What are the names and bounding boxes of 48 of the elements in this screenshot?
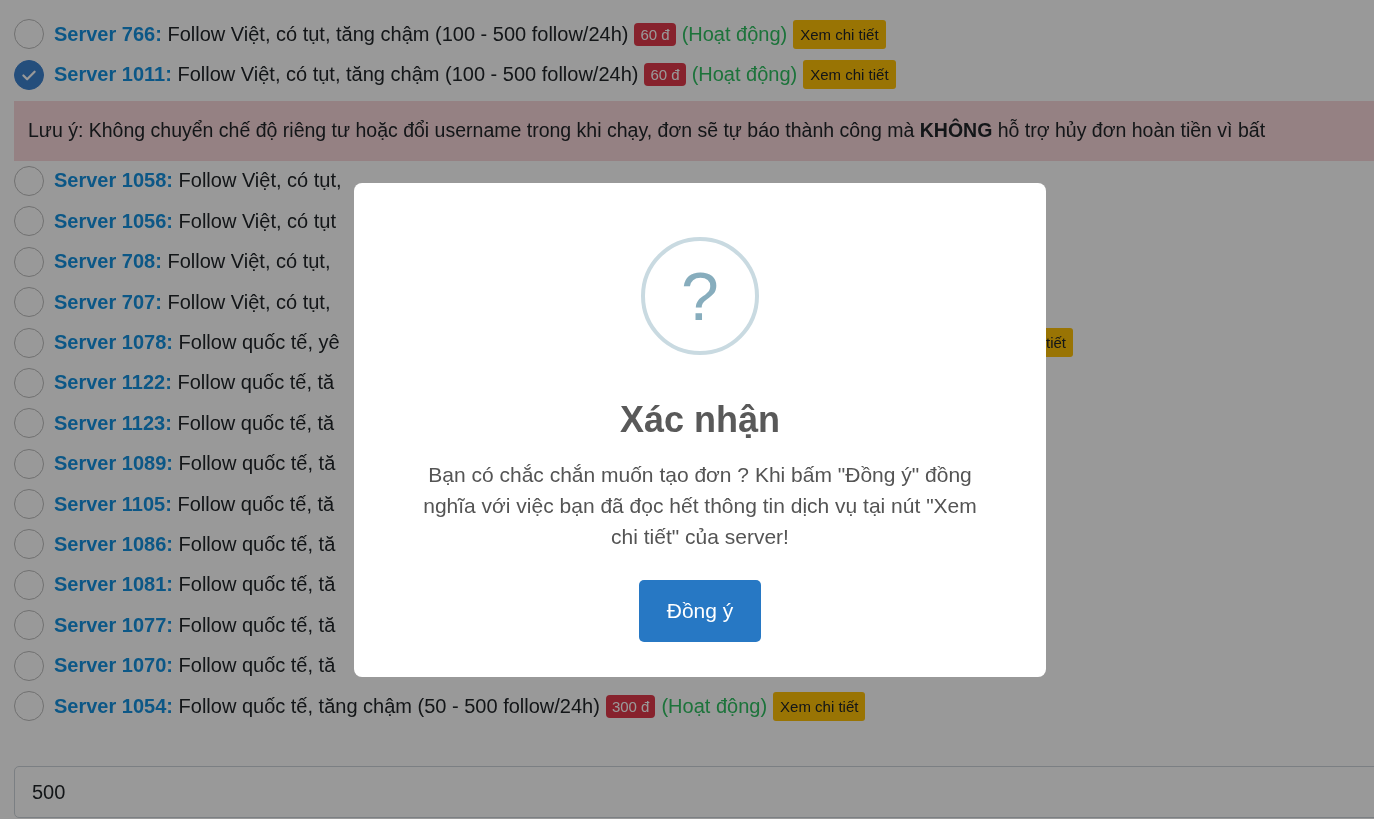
confirm-button[interactable]: Đồng ý — [639, 580, 761, 642]
server-label[interactable]: Server 1089: Follow quốc tế, tă — [54, 452, 336, 476]
warning-notice: Lưu ý: Không chuyển chế độ riêng tư hoặc đổi username trong khi chạy, đơn sẽ tự báo thành công mà KHÔNG hỗ trợ hủy đơn hoàn tiền vì bất — [14, 100, 1374, 161]
status-text: (Hoạt động) — [661, 694, 768, 718]
server-label[interactable]: Server 707: Follow Việt, có tụt, — [54, 290, 331, 314]
radio-button[interactable] — [14, 206, 44, 237]
radio-button[interactable] — [14, 489, 44, 520]
server-label[interactable]: Server 1122: Follow quốc tế, tă — [54, 371, 335, 395]
server-label[interactable]: Server 1105: Follow quốc tế, tă — [54, 492, 335, 516]
details-button[interactable]: Xem chi tiết — [803, 60, 896, 90]
details-button[interactable]: Xem chi tiết — [793, 19, 886, 49]
status-text: (Hoạt động) — [681, 22, 788, 46]
price-badge: 60 đ — [644, 63, 686, 87]
radio-button[interactable] — [14, 691, 44, 722]
price-badge: 300 đ — [605, 694, 656, 718]
radio-button[interactable] — [14, 287, 44, 318]
radio-button[interactable] — [14, 529, 44, 560]
radio-button[interactable] — [14, 408, 44, 439]
server-label[interactable]: Server 766: Follow Việt, có tụt, tăng chậm (100 - 500 follow/24h) — [54, 22, 629, 46]
server-label[interactable]: Server 1077: Follow quốc tế, tă — [54, 613, 336, 637]
price-badge: 60 đ — [634, 22, 676, 46]
radio-button[interactable] — [14, 327, 44, 358]
server-label[interactable]: Server 1054: Follow quốc tế, tăng chậm (50 - 500 follow/24h) — [54, 694, 600, 718]
details-button[interactable]: Xem chi tiết — [773, 691, 866, 721]
radio-button[interactable] — [14, 19, 44, 50]
radio-button[interactable] — [14, 650, 44, 681]
server-label[interactable]: Server 1123: Follow quốc tế, tă — [54, 411, 335, 435]
details-button[interactable]: tiết — [1046, 328, 1073, 358]
radio-button[interactable] — [14, 448, 44, 479]
server-label[interactable]: Server 1056: Follow Việt, có tụt — [54, 209, 337, 233]
radio-button[interactable] — [14, 367, 44, 398]
radio-button[interactable] — [14, 246, 44, 277]
server-label[interactable]: Server 1058: Follow Việt, có tụt, — [54, 169, 342, 193]
server-label[interactable]: Server 1081: Follow quốc tế, tă — [54, 573, 336, 597]
status-text: (Hoạt động) — [691, 63, 798, 87]
radio-button[interactable] — [14, 165, 44, 196]
radio-button[interactable] — [14, 59, 44, 90]
dialog-message: Bạn có chắc chắn muốn tạo đơn ? Khi bấm "Đồng ý" đồng nghĩa với việc bạn đã đọc hết thông tin dịch vụ tại nút "Xem chi tiết" của server! — [422, 462, 978, 550]
server-label[interactable]: Server 1078: Follow quốc tế, yê — [54, 331, 340, 355]
server-label[interactable]: Server 1086: Follow quốc tế, tă — [54, 533, 336, 556]
server-label[interactable]: Server 1070: Follow quốc tế, tă — [54, 654, 336, 678]
dialog-title: Xác nhận — [619, 399, 781, 441]
server-label[interactable]: Server 708: Follow Việt, có tụt, — [54, 250, 331, 274]
radio-button[interactable] — [14, 569, 44, 600]
quantity-input[interactable]: 500 — [14, 766, 1374, 819]
question-icon: ? — [641, 237, 759, 355]
server-label[interactable]: Server 1011: Follow Việt, có tụt, tăng chậm (100 - 500 follow/24h) — [54, 63, 639, 87]
radio-button[interactable] — [14, 610, 44, 641]
